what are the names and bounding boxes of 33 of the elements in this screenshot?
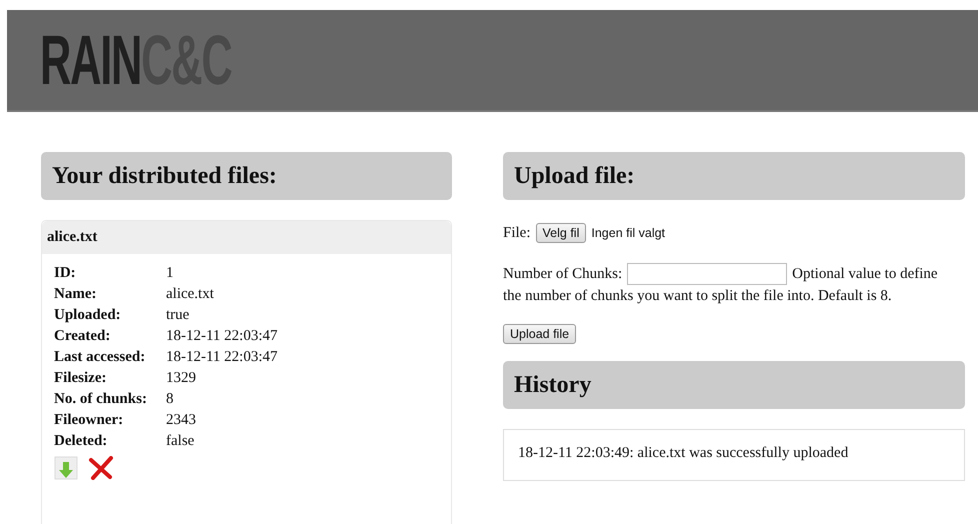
no-file-text: Ingen fil valgt	[591, 226, 666, 240]
upload-file-button[interactable]: Upload file	[503, 324, 576, 344]
section-heading: History	[503, 361, 965, 409]
field-value: 1329	[166, 370, 197, 387]
file-label: File:	[503, 224, 531, 242]
field-value: 18-12-11 22:03:47	[166, 349, 278, 366]
download-icon[interactable]	[54, 456, 78, 480]
field-label: Created:	[54, 328, 112, 345]
field-value: 2343	[166, 412, 197, 429]
field-label: Deleted:	[54, 433, 108, 450]
file-card-title: alice.txt	[42, 221, 451, 254]
field-value: 8	[166, 391, 174, 408]
field-label: No. of chunks:	[54, 391, 148, 408]
chunks-help-text: Optional value to define	[792, 266, 938, 282]
history-entry: 18-12-11 22:03:49: alice.txt was successfully uploaded	[503, 429, 965, 481]
chunks-help-text: the number of chunks you want to split the file into. Default is 8.	[503, 288, 892, 304]
field-label: ID:	[54, 265, 77, 282]
delete-icon[interactable]	[88, 456, 114, 480]
section-heading: Upload file:	[503, 152, 965, 200]
choose-file-button[interactable]: Velg fil	[536, 223, 586, 243]
field-value: alice.txt	[166, 286, 215, 303]
field-label: Name:	[54, 286, 98, 303]
field-value: 18-12-11 22:03:47	[166, 328, 278, 345]
field-label: Uploaded:	[54, 307, 122, 324]
chunks-input[interactable]	[627, 263, 788, 285]
section-heading: Your distributed files:	[41, 152, 452, 200]
chunks-label: Number of Chunks:	[503, 266, 622, 282]
field-label: Filesize:	[54, 370, 108, 387]
field-value: 1	[166, 265, 174, 282]
field-value: false	[166, 433, 196, 450]
field-label: Last accessed:	[54, 349, 146, 366]
field-value: true	[166, 307, 190, 324]
field-label: Fileowner:	[54, 412, 124, 429]
